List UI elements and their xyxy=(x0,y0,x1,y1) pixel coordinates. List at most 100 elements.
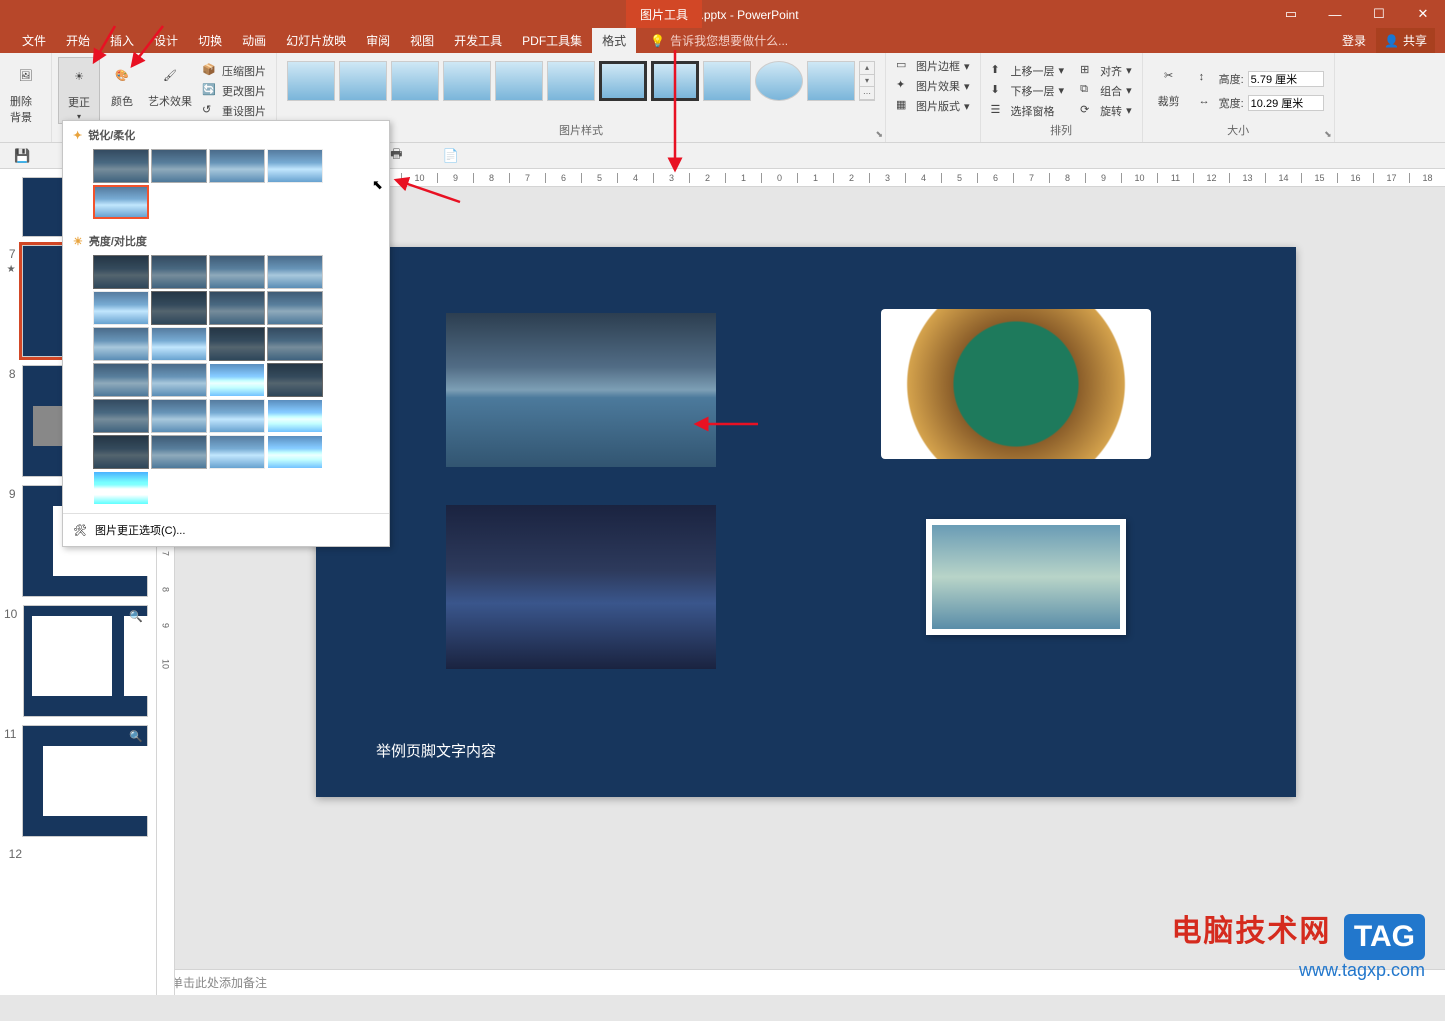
bc-thumb[interactable] xyxy=(209,291,265,325)
tell-me[interactable]: 💡 告诉我您想要做什么... xyxy=(650,32,788,49)
align-button[interactable]: ⊞对齐 ▾ xyxy=(1076,62,1136,80)
sharpen-thumb-4[interactable] xyxy=(267,149,323,183)
tab-pdf[interactable]: PDF工具集 xyxy=(512,28,592,53)
slide-entry-12[interactable]: 12 xyxy=(0,841,156,865)
bc-thumb[interactable] xyxy=(209,327,265,361)
picture-effects-button[interactable]: ✦图片效果 ▾ xyxy=(892,77,974,95)
picture-styles-gallery[interactable]: ▴▾⋯ xyxy=(283,57,879,105)
style-thumb-5[interactable] xyxy=(495,61,543,101)
bc-thumb[interactable] xyxy=(93,471,149,505)
color-button[interactable]: 🎨 颜色 xyxy=(102,57,142,124)
tab-design[interactable]: 设计 xyxy=(144,28,188,53)
size-launcher-icon[interactable]: ⬊ xyxy=(1324,129,1332,140)
lightbulb-icon: 💡 xyxy=(650,34,665,48)
send-backward-button[interactable]: ⬇下移一层 ▾ xyxy=(987,82,1069,100)
bc-thumb[interactable] xyxy=(151,327,207,361)
height-input[interactable] xyxy=(1248,71,1324,87)
tab-insert[interactable]: 插入 xyxy=(100,28,144,53)
close-icon[interactable]: ✕ xyxy=(1401,0,1445,28)
maximize-icon[interactable]: ☐ xyxy=(1357,0,1401,28)
bc-thumb[interactable] xyxy=(93,255,149,289)
style-thumb-4[interactable] xyxy=(443,61,491,101)
style-thumb-1[interactable] xyxy=(287,61,335,101)
group-button[interactable]: ⧉组合 ▾ xyxy=(1076,82,1136,100)
tab-review[interactable]: 审阅 xyxy=(356,28,400,53)
bring-forward-button[interactable]: ⬆上移一层 ▾ xyxy=(987,62,1069,80)
bc-thumb[interactable] xyxy=(209,399,265,433)
bc-thumb[interactable] xyxy=(151,291,207,325)
bc-thumb[interactable] xyxy=(93,327,149,361)
style-thumb-11[interactable] xyxy=(807,61,855,101)
slide-image-lake[interactable] xyxy=(926,519,1126,635)
style-thumb-2[interactable] xyxy=(339,61,387,101)
bc-thumb[interactable] xyxy=(151,255,207,289)
context-tab-picture-tools[interactable]: 图片工具 xyxy=(626,0,702,28)
slide-image-mountain[interactable] xyxy=(446,313,716,467)
style-thumb-3[interactable] xyxy=(391,61,439,101)
minimize-icon[interactable]: — xyxy=(1313,0,1357,28)
style-thumb-6[interactable] xyxy=(547,61,595,101)
tab-home[interactable]: 开始 xyxy=(56,28,100,53)
login-link[interactable]: 登录 xyxy=(1342,32,1366,49)
style-thumb-7[interactable] xyxy=(599,61,647,101)
picture-corrections-options[interactable]: 🛠 图片更正选项(C)... xyxy=(63,513,389,546)
bc-thumb[interactable] xyxy=(267,327,323,361)
width-input[interactable] xyxy=(1248,95,1324,111)
remove-background-button[interactable]: 🖼 删除背景 xyxy=(6,57,45,127)
bc-thumb[interactable] xyxy=(209,435,265,469)
bc-thumb[interactable] xyxy=(267,435,323,469)
corrections-button[interactable]: ☀ 更正 ▾ xyxy=(58,57,100,124)
share-button[interactable]: 👤共享 xyxy=(1376,28,1435,53)
tab-developer[interactable]: 开发工具 xyxy=(444,28,512,53)
sharpen-thumb-5[interactable] xyxy=(93,185,149,219)
bc-thumb[interactable] xyxy=(151,435,207,469)
bc-thumb[interactable] xyxy=(151,399,207,433)
style-thumb-8[interactable] xyxy=(651,61,699,101)
style-thumb-10[interactable] xyxy=(755,61,803,101)
slide-canvas[interactable]: 举例页脚文字内容 xyxy=(316,247,1296,797)
tab-animation[interactable]: 动画 xyxy=(232,28,276,53)
slide-image-chalkboard[interactable] xyxy=(881,309,1151,459)
tab-file[interactable]: 文件 xyxy=(12,28,56,53)
picture-layout-button[interactable]: ▦图片版式 ▾ xyxy=(892,97,974,115)
rotate-button[interactable]: ⟳旋转 ▾ xyxy=(1076,102,1136,120)
bc-thumb[interactable] xyxy=(267,399,323,433)
save-icon[interactable]: 💾 xyxy=(14,148,30,164)
bc-thumb[interactable] xyxy=(209,363,265,397)
slide-thumb[interactable]: 🔍 xyxy=(22,725,148,837)
bc-thumb[interactable] xyxy=(267,363,323,397)
sharpen-thumb-3[interactable] xyxy=(209,149,265,183)
bc-thumb[interactable] xyxy=(151,363,207,397)
slide-entry-11[interactable]: 11 🔍 xyxy=(0,721,156,841)
compress-icon: 📦 xyxy=(202,63,218,79)
styles-launcher-icon[interactable]: ⬊ xyxy=(875,129,883,140)
change-picture-button[interactable]: 🔄更改图片 xyxy=(198,82,270,100)
tab-slideshow[interactable]: 幻灯片放映 xyxy=(276,28,356,53)
crop-button[interactable]: ✂ 裁剪 xyxy=(1149,57,1189,124)
bc-thumb[interactable] xyxy=(267,291,323,325)
bc-thumb[interactable] xyxy=(267,255,323,289)
reset-picture-button[interactable]: ↺重设图片 xyxy=(198,102,270,120)
ribbon-display-options-icon[interactable]: ▭ xyxy=(1269,0,1313,28)
style-thumb-9[interactable] xyxy=(703,61,751,101)
selection-pane-button[interactable]: ☰选择窗格 xyxy=(987,102,1069,120)
tab-transition[interactable]: 切换 xyxy=(188,28,232,53)
bc-thumb[interactable] xyxy=(93,363,149,397)
quick-print-icon[interactable]: 🖶 xyxy=(390,145,402,167)
tab-view[interactable]: 视图 xyxy=(400,28,444,53)
bc-thumb[interactable] xyxy=(93,399,149,433)
bc-thumb[interactable] xyxy=(209,255,265,289)
gallery-more-button[interactable]: ▴▾⋯ xyxy=(859,61,875,101)
artistic-effects-button[interactable]: 🖌 艺术效果 xyxy=(144,57,196,124)
picture-border-button[interactable]: ▭图片边框 ▾ xyxy=(892,57,974,75)
sharpen-thumb-2[interactable] xyxy=(151,149,207,183)
slide-entry-10[interactable]: 10 🔍 xyxy=(0,601,156,721)
tab-format[interactable]: 格式 xyxy=(592,28,636,53)
slide-thumb[interactable]: 🔍 xyxy=(23,605,148,717)
print-preview-icon[interactable]: 📄 xyxy=(442,148,458,164)
bc-thumb[interactable] xyxy=(93,291,149,325)
sharpen-thumb-1[interactable] xyxy=(93,149,149,183)
slide-image-cityscape[interactable] xyxy=(446,505,716,669)
compress-picture-button[interactable]: 📦压缩图片 xyxy=(198,62,270,80)
bc-thumb[interactable] xyxy=(93,435,149,469)
